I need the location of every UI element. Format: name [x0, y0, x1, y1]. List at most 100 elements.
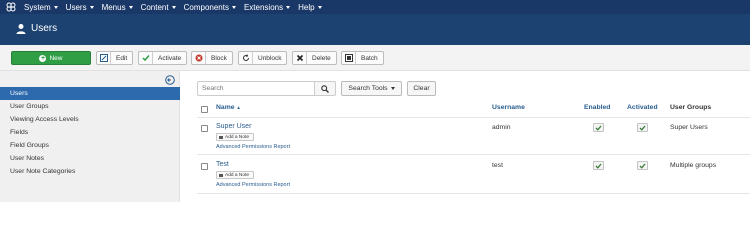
sidebar-item-field-groups[interactable]: Field Groups [0, 139, 180, 152]
sidebar-item-user-notes[interactable]: User Notes [0, 152, 180, 165]
add-note-label: Add a Note [225, 172, 250, 178]
clear-button[interactable]: Clear [407, 81, 436, 96]
menu-label: Help [298, 2, 315, 12]
caret-down-icon [317, 5, 322, 9]
column-header-enabled[interactable]: Enabled [584, 104, 610, 111]
block-icon [192, 52, 206, 64]
menu-label: Components [183, 2, 229, 12]
permissions-report-link[interactable]: Advanced Permissions Report [216, 182, 290, 188]
divider [197, 154, 750, 155]
caret-down-icon [171, 5, 176, 9]
column-header-name-label: Name [216, 104, 235, 111]
block-button[interactable]: Block [191, 51, 233, 65]
search-icon [321, 84, 329, 93]
batch-icon [342, 52, 356, 64]
check-icon [595, 163, 602, 169]
enabled-toggle[interactable] [593, 161, 604, 170]
activated-toggle[interactable] [637, 161, 648, 170]
divider [197, 193, 750, 194]
caret-down-icon [390, 87, 395, 90]
sidebar-item-fields[interactable]: Fields [0, 126, 180, 139]
add-note-label: Add a Note [225, 134, 250, 140]
username-cell: admin [492, 124, 511, 131]
menu-label: Menus [101, 2, 126, 12]
divider [197, 117, 750, 118]
search-tools-label: Search Tools [348, 85, 388, 92]
menu-extensions[interactable]: Extensions [243, 2, 291, 12]
joomla-logo-icon[interactable] [6, 2, 16, 12]
username-cell: test [492, 162, 503, 169]
column-header-name[interactable]: Name ▲ [216, 104, 241, 111]
user-name-link[interactable]: Test [216, 161, 229, 168]
sidebar-item-users[interactable]: Users [0, 87, 180, 100]
users-icon [16, 24, 26, 34]
user-groups-cell: Multiple groups [670, 162, 717, 169]
batch-button-label: Batch [361, 54, 378, 62]
edit-button-label: Edit [116, 54, 128, 62]
refresh-icon [239, 52, 253, 64]
unblock-button[interactable]: Unblock [238, 51, 288, 65]
unblock-button-label: Unblock [258, 54, 282, 62]
check-icon [139, 52, 153, 64]
edit-button[interactable]: Edit [96, 51, 134, 65]
users-table: Name ▲ Username Enabled Activated User G… [197, 99, 750, 202]
caret-down-icon [128, 5, 133, 9]
check-icon [595, 125, 602, 131]
check-icon [639, 163, 646, 169]
row-checkbox[interactable] [201, 163, 208, 170]
sidebar: Users User Groups Viewing Access Levels … [0, 71, 180, 202]
menu-label: Users [65, 2, 87, 12]
caret-down-icon [286, 5, 291, 9]
menu-components[interactable]: Components [184, 3, 236, 12]
caret-down-icon [53, 5, 58, 9]
toolbar: + New Edit Activate Block Unblock Delete… [0, 45, 750, 71]
sidebar-item-viewing-access-levels[interactable]: Viewing Access Levels [0, 113, 180, 126]
sort-ascending-icon: ▲ [236, 105, 241, 110]
delete-icon [293, 52, 307, 64]
search-button[interactable] [314, 81, 336, 96]
delete-button[interactable]: Delete [292, 51, 337, 65]
user-name-link[interactable]: Super User [216, 123, 251, 130]
caret-down-icon [231, 5, 236, 9]
menu-users[interactable]: Users [66, 3, 94, 12]
check-icon [639, 125, 646, 131]
activate-button-label: Activate [158, 54, 182, 62]
menu-menus[interactable]: Menus [102, 3, 133, 12]
permissions-report-link[interactable]: Advanced Permissions Report [216, 144, 290, 150]
collapse-sidebar-icon[interactable] [165, 75, 175, 85]
note-icon [219, 173, 223, 177]
plus-icon: + [39, 54, 47, 62]
column-header-activated[interactable]: Activated [627, 104, 658, 111]
caret-down-icon [89, 5, 94, 9]
activated-toggle[interactable] [637, 123, 648, 132]
page-title: Users [31, 23, 58, 34]
new-button-label: New [49, 54, 63, 62]
sidebar-item-user-note-categories[interactable]: User Note Categories [0, 165, 180, 178]
menu-label: Content [140, 2, 169, 12]
add-note-button[interactable]: Add a Note [216, 171, 254, 179]
page-header: Users [0, 14, 750, 45]
menu-label: System [24, 2, 51, 12]
edit-icon [97, 52, 111, 64]
new-button[interactable]: + New [11, 51, 91, 65]
menu-system[interactable]: System [24, 3, 58, 12]
search-tools-button[interactable]: Search Tools [341, 81, 402, 96]
menu-label: Extensions [243, 2, 284, 12]
add-note-button[interactable]: Add a Note [216, 133, 254, 141]
menu-content[interactable]: Content [141, 3, 176, 12]
enabled-toggle[interactable] [593, 123, 604, 132]
block-button-label: Block [211, 54, 227, 62]
sidebar-item-user-groups[interactable]: User Groups [0, 100, 180, 113]
batch-button[interactable]: Batch [341, 51, 384, 65]
menu-help[interactable]: Help [298, 2, 322, 12]
column-header-user-groups: User Groups [670, 104, 712, 111]
row-checkbox[interactable] [201, 125, 208, 132]
top-navigation-bar: System Users Menus Content Components Ex… [0, 0, 750, 14]
select-all-checkbox[interactable] [201, 106, 208, 113]
activate-button[interactable]: Activate [138, 51, 188, 65]
delete-button-label: Delete [312, 54, 331, 62]
column-header-username[interactable]: Username [492, 104, 525, 111]
user-groups-cell: Super Users [670, 124, 708, 131]
note-icon [219, 135, 223, 139]
search-input[interactable] [197, 81, 315, 96]
